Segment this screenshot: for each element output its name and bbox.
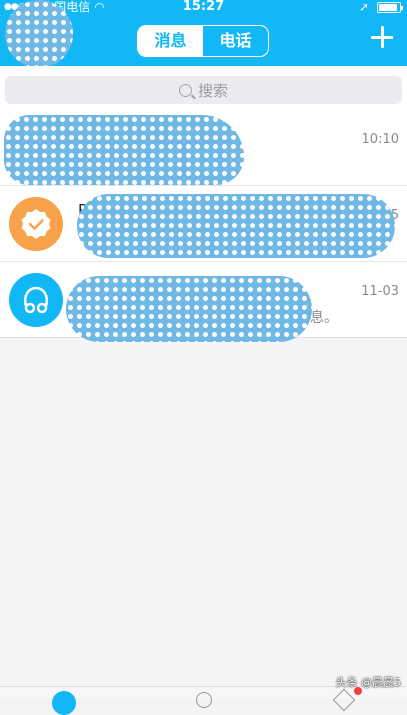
tab-messages-icon[interactable] xyxy=(52,691,76,715)
conversation-list: 10:10 R 5 示 11-03 息。 xyxy=(0,110,407,342)
search-input[interactable]: 搜索 xyxy=(5,76,402,104)
tab-messages[interactable]: 消息 xyxy=(138,26,203,56)
location-icon: ➚ xyxy=(358,0,369,14)
tab-calls[interactable]: 电话 xyxy=(203,26,268,56)
search-area: 搜索 xyxy=(0,66,407,110)
redacted-content xyxy=(77,194,395,258)
redacted-content xyxy=(66,276,312,342)
segment-control: 消息 电话 xyxy=(137,25,269,57)
search-placeholder: 搜索 xyxy=(197,81,228,100)
user-avatar[interactable] xyxy=(5,0,73,68)
conversation-row[interactable]: 10:10 xyxy=(0,110,407,186)
conversation-preview: 息。 xyxy=(310,310,338,326)
add-button[interactable] xyxy=(367,22,397,52)
search-icon xyxy=(178,83,192,97)
conversation-row[interactable]: 示 11-03 息。 xyxy=(0,262,407,342)
status-right: ➚ xyxy=(358,0,403,14)
watermark: 头条 @晨晨5 xyxy=(335,676,402,689)
tab-contacts-icon[interactable] xyxy=(196,692,212,708)
tab-discover-icon[interactable] xyxy=(332,688,356,712)
verified-badge-icon xyxy=(9,197,63,251)
conversation-time: 10:10 xyxy=(361,132,399,147)
qq-service-icon xyxy=(9,273,63,327)
redacted-content xyxy=(4,115,244,185)
conversation-time: 11-03 xyxy=(361,284,399,299)
battery-icon xyxy=(377,2,403,13)
conversation-row[interactable]: R 5 xyxy=(0,186,407,262)
